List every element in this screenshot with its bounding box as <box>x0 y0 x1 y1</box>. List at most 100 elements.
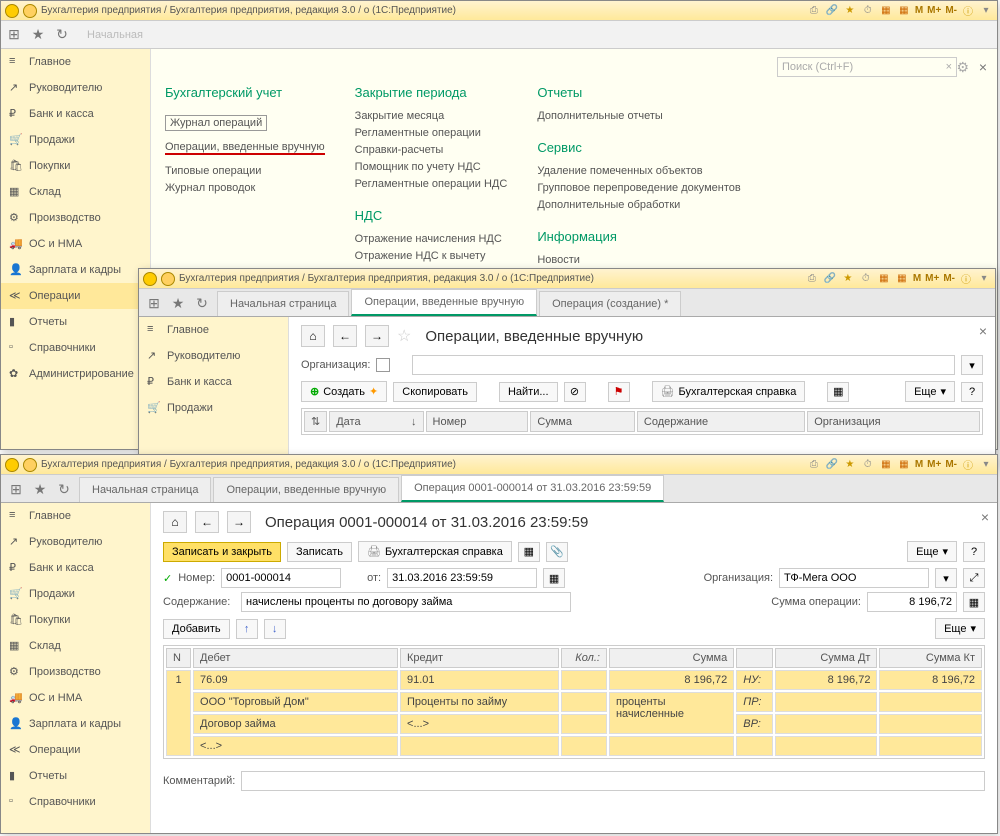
sidebar-item-1[interactable]: ↗Руководителю <box>139 343 288 369</box>
close-icon[interactable]: × <box>979 59 987 75</box>
menu-link[interactable]: Групповое перепроведение документов <box>537 182 740 194</box>
m-button[interactable]: M <box>915 459 923 470</box>
close-icon[interactable]: × <box>979 323 987 339</box>
col-date[interactable]: Дата ↓ <box>329 411 423 432</box>
link-icon[interactable]: 🔗 <box>825 458 839 472</box>
dropdown-icon[interactable]: ▾ <box>977 272 991 286</box>
sidebar-item-6[interactable]: ⚙Производство <box>1 659 150 685</box>
save-close-button[interactable]: Записать и закрыть <box>163 542 281 562</box>
sidebar-item-10[interactable]: ▮Отчеты <box>1 763 150 789</box>
sidebar-item-4[interactable]: 🛍Покупки <box>1 153 150 179</box>
move-button[interactable]: ⚑ <box>608 382 630 402</box>
add-button[interactable]: Добавить <box>163 619 230 639</box>
col-marker[interactable]: ⇅ <box>304 411 327 432</box>
acct-ref-button[interactable]: 🖨Бухгалтерская справка <box>358 541 512 562</box>
sidebar-item-10[interactable]: ▮Отчеты <box>1 309 150 335</box>
m-button[interactable]: M <box>915 5 923 16</box>
tab-operations-manual[interactable]: Операции, введенные вручную <box>351 289 537 316</box>
print-icon[interactable]: ⎙ <box>807 458 821 472</box>
content-input[interactable] <box>241 592 571 612</box>
menu-link[interactable]: Удаление помеченных объектов <box>537 165 740 177</box>
col-org[interactable]: Организация <box>807 411 980 432</box>
find-button[interactable]: Найти... <box>499 382 558 402</box>
cal-icon[interactable]: ▦ <box>897 458 911 472</box>
favorite-star-icon[interactable]: ☆ <box>397 326 411 346</box>
sidebar-item-1[interactable]: ↗Руководителю <box>1 75 150 101</box>
menu-link[interactable]: Регламентные операции <box>355 127 508 139</box>
menu-link[interactable]: Справки-расчеты <box>355 144 508 156</box>
dropdown-icon[interactable]: ▾ <box>979 4 993 18</box>
col-kredit[interactable]: Кредит <box>400 648 559 668</box>
sidebar-item-11[interactable]: ▫Справочники <box>1 335 150 361</box>
sidebar-item-8[interactable]: 👤Зарплата и кадры <box>1 711 150 737</box>
sidebar-item-7[interactable]: 🚚ОС и НМА <box>1 231 150 257</box>
star-icon[interactable]: ★ <box>169 294 187 312</box>
sidebar-item-9[interactable]: ≪Операции <box>1 737 150 763</box>
close-icon[interactable]: × <box>981 509 989 525</box>
sidebar-item-2[interactable]: ₽Банк и касса <box>1 555 150 581</box>
home-button[interactable]: ⌂ <box>301 325 325 347</box>
col-debet[interactable]: Дебет <box>193 648 398 668</box>
home-button[interactable]: ⌂ <box>163 511 187 533</box>
sidebar-item-7[interactable]: 🚚ОС и НМА <box>1 685 150 711</box>
forward-button[interactable]: → <box>365 325 389 347</box>
cal-icon[interactable]: ▦ <box>897 4 911 18</box>
col-summa-dt[interactable]: Сумма Дт <box>775 648 877 668</box>
tab-start[interactable]: Начальная страница <box>217 291 349 316</box>
info-icon[interactable]: ⓘ <box>961 458 975 472</box>
more-button[interactable]: Еще ▾ <box>905 381 955 402</box>
menu-link[interactable]: Дополнительные отчеты <box>537 110 740 122</box>
table-row[interactable]: 1 76.09 91.01 8 196,72 НУ: 8 196,72 8 19… <box>166 670 982 690</box>
clock-icon[interactable]: ⏱ <box>859 272 873 286</box>
m-plus-button[interactable]: M+ <box>927 459 941 470</box>
org-dropdown[interactable]: ▾ <box>935 568 957 588</box>
sidebar-item-3[interactable]: 🛒Продажи <box>1 127 150 153</box>
sidebar-item-12[interactable]: ✿Администрирование <box>1 361 150 387</box>
dropdown-icon[interactable]: ▾ <box>979 458 993 472</box>
date-input[interactable] <box>387 568 537 588</box>
more-button[interactable]: Еще ▾ <box>907 541 957 562</box>
col-type[interactable] <box>736 648 773 668</box>
col-summa[interactable]: Сумма <box>609 648 734 668</box>
table-row[interactable]: ООО "Торговый Дом" Проценты по займу про… <box>166 692 982 712</box>
sidebar-item-3[interactable]: 🛒Продажи <box>1 581 150 607</box>
star-icon[interactable]: ★ <box>843 458 857 472</box>
report-button[interactable]: ▦ <box>518 542 540 562</box>
sidebar-item-5[interactable]: ▦Склад <box>1 633 150 659</box>
cal-icon[interactable]: ▦ <box>895 272 909 286</box>
back-button[interactable]: ← <box>195 511 219 533</box>
sidebar-item-0[interactable]: ≡Главное <box>139 317 288 343</box>
table-row[interactable]: <...> <box>166 736 982 756</box>
sidebar-item-2[interactable]: ₽Банк и касса <box>1 101 150 127</box>
menu-link[interactable]: Отражение начисления НДС <box>355 233 508 245</box>
sidebar-item-4[interactable]: 🛍Покупки <box>1 607 150 633</box>
sum-calc[interactable]: ▦ <box>963 592 985 612</box>
col-kol[interactable]: Кол.: <box>561 648 607 668</box>
m-minus-button[interactable]: M- <box>943 273 955 284</box>
star-icon[interactable]: ★ <box>843 4 857 18</box>
col-summa-kt[interactable]: Сумма Кт <box>879 648 982 668</box>
tab-operation-new[interactable]: Операция (создание) * <box>539 291 681 316</box>
menu-link[interactable]: Журнал проводок <box>165 182 325 194</box>
link-icon[interactable]: 🔗 <box>823 272 837 286</box>
m-button[interactable]: M <box>913 273 921 284</box>
sidebar-item-2[interactable]: ₽Банк и касса <box>139 369 288 395</box>
star-icon[interactable]: ★ <box>29 26 47 44</box>
history-icon[interactable]: ↻ <box>55 480 73 498</box>
comment-input[interactable] <box>241 771 985 791</box>
grid-icon[interactable]: ⊞ <box>5 26 23 44</box>
print-icon[interactable]: ⎙ <box>807 4 821 18</box>
copy-button[interactable]: Скопировать <box>393 382 477 402</box>
clock-icon[interactable]: ⏱ <box>861 458 875 472</box>
m-plus-button[interactable]: M+ <box>927 5 941 16</box>
grid-icon[interactable]: ⊞ <box>145 294 163 312</box>
star-icon[interactable]: ★ <box>841 272 855 286</box>
back-button[interactable]: ← <box>333 325 357 347</box>
acct-ref-button[interactable]: 🖨Бухгалтерская справка <box>652 381 806 402</box>
sidebar-item-6[interactable]: ⚙Производство <box>1 205 150 231</box>
menu-link[interactable]: Закрытие месяца <box>355 110 508 122</box>
m-minus-button[interactable]: M- <box>945 5 957 16</box>
org-open[interactable]: ⤢ <box>963 568 985 588</box>
col-content[interactable]: Содержание <box>637 411 805 432</box>
col-n[interactable]: N <box>166 648 191 668</box>
